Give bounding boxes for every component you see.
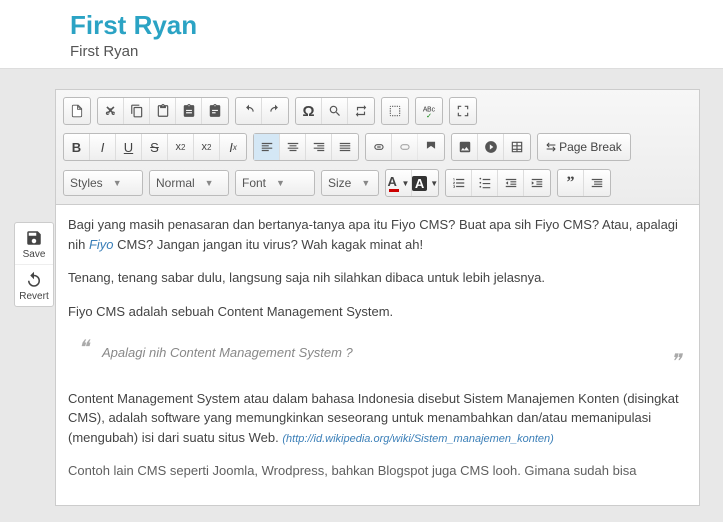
removeformat-button[interactable]: Ix (220, 134, 246, 160)
source-button[interactable] (64, 98, 90, 124)
align-left-button[interactable] (254, 134, 280, 160)
format-combo[interactable]: Normal▼ (149, 170, 229, 196)
align-right-button[interactable] (306, 134, 332, 160)
find-button[interactable] (322, 98, 348, 124)
selectall-button[interactable] (382, 98, 408, 124)
undo-button[interactable] (236, 98, 262, 124)
link-text: Fiyo (89, 237, 114, 252)
image-button[interactable] (452, 134, 478, 160)
italic-button[interactable]: I (90, 134, 116, 160)
quote-open-icon: ❝ (78, 333, 89, 363)
pagebreak-button[interactable]: ⇆Page Break (538, 134, 630, 160)
paste-word-button[interactable] (202, 98, 228, 124)
site-subtitle: First Ryan (70, 43, 703, 60)
blockquote-button[interactable]: ” (558, 170, 584, 196)
indent-button[interactable] (524, 170, 550, 196)
spellcheck-button[interactable]: ᴬᴮᶜ✓ (416, 98, 442, 124)
link-button[interactable] (366, 134, 392, 160)
font-combo[interactable]: Font▼ (235, 170, 315, 196)
toolbar: Ω ᴬᴮᶜ✓ B I U S x2 x2 Ix (56, 90, 699, 205)
paragraph: Contoh lain CMS seperti Joomla, Wrodpres… (68, 461, 687, 481)
paragraph: Fiyo CMS adalah sebuah Content Managemen… (68, 302, 687, 322)
subscript-button[interactable]: x2 (168, 134, 194, 160)
editor-content[interactable]: Bagi yang masih penasaran dan bertanya-t… (56, 205, 699, 505)
paragraph: Tenang, tenang sabar dulu, langsung saja… (68, 268, 687, 288)
superscript-button[interactable]: x2 (194, 134, 220, 160)
specialchar-button[interactable]: Ω (296, 98, 322, 124)
site-title: First Ryan (70, 10, 703, 41)
strike-button[interactable]: S (142, 134, 168, 160)
flash-button[interactable] (478, 134, 504, 160)
textcolor-button[interactable]: A▼ (386, 170, 412, 196)
anchor-button[interactable] (418, 134, 444, 160)
unlink-button[interactable] (392, 134, 418, 160)
numberedlist-button[interactable] (446, 170, 472, 196)
paragraph: Bagi yang masih penasaran dan bertanya-t… (68, 215, 687, 254)
paste-button[interactable] (150, 98, 176, 124)
revert-button[interactable]: Revert (15, 265, 53, 306)
paragraph: Content Management System atau dalam bah… (68, 389, 687, 448)
table-button[interactable] (504, 134, 530, 160)
styles-combo[interactable]: Styles▼ (63, 170, 143, 196)
cut-button[interactable] (98, 98, 124, 124)
link-text: (http://id.wikipedia.org/wiki/Sistem_man… (282, 433, 553, 445)
save-button[interactable]: Save (15, 223, 53, 265)
align-justify-button[interactable] (332, 134, 358, 160)
bgcolor-button[interactable]: A▼ (412, 170, 438, 196)
replace-button[interactable] (348, 98, 374, 124)
quote-close-icon: ❞ (670, 347, 681, 377)
outdent-button[interactable] (498, 170, 524, 196)
bulletlist-button[interactable] (472, 170, 498, 196)
align-center-button[interactable] (280, 134, 306, 160)
redo-button[interactable] (262, 98, 288, 124)
blockquote: ❝ Apalagi nih Content Management System … (82, 335, 687, 371)
editor: Ω ᴬᴮᶜ✓ B I U S x2 x2 Ix (55, 89, 700, 506)
paste-text-button[interactable] (176, 98, 202, 124)
div-button[interactable] (584, 170, 610, 196)
maximize-button[interactable] (450, 98, 476, 124)
size-combo[interactable]: Size▼ (321, 170, 379, 196)
underline-button[interactable]: U (116, 134, 142, 160)
copy-button[interactable] (124, 98, 150, 124)
bold-button[interactable]: B (64, 134, 90, 160)
side-panel: Save Revert (14, 222, 54, 307)
